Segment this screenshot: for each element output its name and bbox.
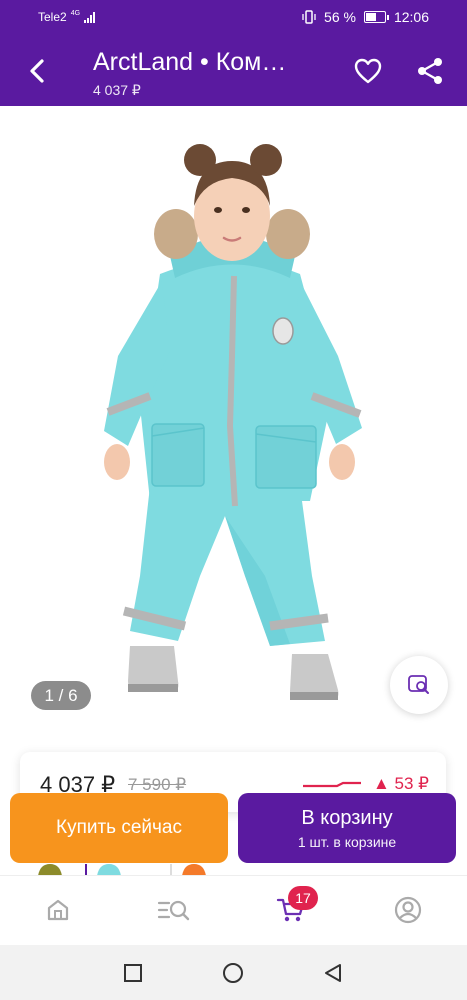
variant-thumb[interactable] <box>85 863 129 875</box>
image-search-icon <box>408 675 429 694</box>
triangle-back-icon <box>325 964 341 982</box>
back-arrow-icon <box>30 59 44 83</box>
cart-quantity-info: 1 шт. в корзине <box>297 833 397 850</box>
circle-icon <box>223 963 243 983</box>
app-screen: Tele2 4G 56 % 12:06 ArctLand • Ком… 4 03… <box>0 0 467 1000</box>
variant-thumb[interactable] <box>28 863 72 875</box>
color-variants-strip <box>0 863 467 875</box>
product-gallery[interactable]: 1 / 6 <box>0 106 467 730</box>
system-navigation-bar <box>0 945 467 1000</box>
variant-thumb[interactable] <box>170 863 214 875</box>
home-system-button[interactable] <box>222 962 244 984</box>
price-change[interactable]: ▲ 53 ₽ <box>373 774 429 794</box>
status-bar: Tele2 4G 56 % 12:06 <box>0 0 467 36</box>
page-title: ArctLand • Ком… <box>93 48 287 76</box>
status-right: 56 % 12:06 <box>302 9 429 25</box>
back-button[interactable] <box>20 54 54 88</box>
old-price: 7 590 ₽ <box>128 775 187 794</box>
back-system-button[interactable] <box>322 962 344 984</box>
home-icon <box>47 899 69 921</box>
product-photo[interactable] <box>0 106 467 730</box>
profile-icon <box>394 896 422 924</box>
heart-icon <box>354 58 382 84</box>
favorite-button[interactable] <box>352 55 384 87</box>
square-icon <box>124 964 142 982</box>
bottom-navigation: 17 <box>0 875 467 945</box>
add-to-cart-label: В корзину <box>301 806 393 829</box>
signal-icon <box>84 11 96 23</box>
catalog-search-icon <box>157 900 190 921</box>
nav-profile[interactable] <box>390 894 426 926</box>
share-icon <box>418 58 442 84</box>
carrier-info: Tele2 4G <box>38 9 96 24</box>
header-price: 4 037 ₽ <box>93 82 141 98</box>
recents-button[interactable] <box>122 962 144 984</box>
add-to-cart-button[interactable]: В корзину 1 шт. в корзине <box>238 793 456 863</box>
clock: 12:06 <box>393 9 429 25</box>
vibrate-icon <box>302 10 316 24</box>
share-button[interactable] <box>414 55 446 87</box>
price-trend-chart[interactable] <box>303 780 361 788</box>
carrier-name: Tele2 <box>38 10 67 24</box>
battery-icon <box>363 11 389 23</box>
visual-search-button[interactable] <box>390 656 448 714</box>
gallery-counter: 1 / 6 <box>31 681 91 710</box>
nav-catalog[interactable] <box>156 894 192 926</box>
battery-percent: 56 % <box>324 9 356 25</box>
nav-home[interactable] <box>40 894 76 926</box>
network-type: 4G <box>70 9 81 17</box>
buy-now-button[interactable]: Купить сейчас <box>10 793 228 863</box>
product-header: ArctLand • Ком… 4 037 ₽ <box>0 36 467 106</box>
cart-count-badge: 17 <box>288 886 318 910</box>
